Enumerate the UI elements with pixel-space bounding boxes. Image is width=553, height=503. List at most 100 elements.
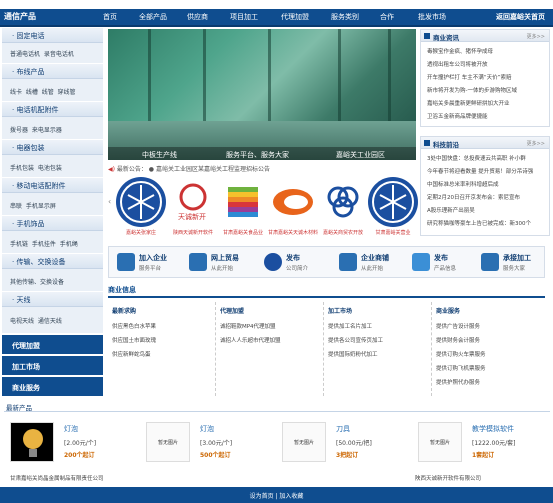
news-item[interactable]: 透视出租车公司将被开放	[427, 60, 488, 68]
banner-caption[interactable]: 嘉峪关工业园区	[336, 150, 385, 160]
news-item[interactable]: 3处中国快盘：总投费速云共高职 补小群	[427, 154, 526, 162]
news-item[interactable]: 新市将开发为购-一体的步游购物区域	[427, 86, 517, 94]
commerce-item[interactable]: 提供财务会计服务	[436, 336, 480, 344]
logo-rings[interactable]	[318, 177, 368, 227]
logo-caption[interactable]: 甘肃嘉峪关营业	[363, 229, 423, 236]
product-name[interactable]: 刀具	[336, 424, 350, 434]
return-home-link[interactable]: 返回嘉峪关首页	[496, 12, 545, 22]
product-name[interactable]: 灯泡	[64, 424, 78, 434]
product-card[interactable]: 暂无图片 灯泡 [3.00元/个] 500个起订	[140, 420, 270, 470]
banner-caption[interactable]: 中板生产线	[142, 150, 177, 160]
category-link[interactable]: 手机绳	[60, 241, 78, 248]
news-ticker[interactable]: ◀) 最新公告： ● 嘉峪关工业园区某嘉峪关工程监理招标公告	[108, 164, 416, 174]
logo-tiancheng[interactable]: 天诚新开	[168, 177, 218, 227]
category-link[interactable]: 手机包装	[10, 165, 34, 172]
news-item[interactable]: 开车撞护栏打 车主不满“天价”索赔	[427, 73, 511, 81]
footer[interactable]: 设为首页 | 加入收藏	[0, 487, 553, 503]
nav-processing[interactable]: 项目加工	[230, 12, 258, 22]
logo-orange[interactable]	[268, 177, 318, 227]
category-link[interactable]: 普通电话机	[10, 51, 40, 58]
category-links: 其他传输、交换设备	[10, 277, 64, 286]
sidebar-agency-button[interactable]: 代理加盟	[2, 335, 103, 355]
sidebar-service-button[interactable]: 商业服务	[2, 377, 103, 397]
column-title[interactable]: 商业服务	[436, 306, 460, 315]
company-name[interactable]: 陕西天诚新开软件有限公司	[415, 474, 481, 482]
sidebar-processing-button[interactable]: 加工市场	[2, 356, 103, 376]
nav-service-types[interactable]: 服务类别	[331, 12, 359, 22]
commerce-item[interactable]: 提供各公司宣传页加工	[328, 336, 383, 344]
news-item[interactable]: 毒猴宝作金疯、猪怀孕成母	[427, 47, 493, 55]
commerce-item[interactable]: 提供护照代办服务	[436, 378, 480, 386]
category-link[interactable]: 手机链	[10, 241, 28, 248]
category-link[interactable]: 串联	[10, 203, 22, 210]
logo-yamaha-2[interactable]	[368, 177, 418, 227]
category-link[interactable]: 线槽	[26, 89, 38, 96]
nav-agency[interactable]: 代理加盟	[281, 12, 309, 22]
product-card[interactable]: 灯泡 [2.00元/个] 200个起订	[4, 420, 134, 470]
logo-apple[interactable]	[218, 177, 268, 227]
column-title[interactable]: 代理加盟	[220, 306, 244, 315]
category-title[interactable]: · 传输、交换设备	[2, 254, 103, 269]
category-link[interactable]: 拨号器	[10, 127, 28, 134]
nav-suppliers[interactable]: 供应商	[187, 12, 208, 22]
category-link[interactable]: 通信天线	[38, 318, 62, 325]
news-item[interactable]: 定期2月20日召开京发布会：索尼宣布	[427, 193, 520, 201]
product-name[interactable]: 灯泡	[200, 424, 214, 434]
commerce-item[interactable]: 提供广告设计服务	[436, 322, 480, 330]
commerce-item[interactable]: 诚招鞋款MP4代理加盟	[220, 322, 276, 330]
product-name[interactable]: 教学模拟软件	[472, 424, 514, 434]
column-title[interactable]: 最新求购	[112, 306, 136, 315]
commerce-item[interactable]: 供应国土市面玫瑰	[112, 336, 156, 344]
news-item[interactable]: 中国标准总米率利科增超后成	[427, 180, 499, 188]
category-link[interactable]: 电视天线	[10, 318, 34, 325]
commerce-item[interactable]: 供应新鲜蛇鸟蛋	[112, 350, 151, 358]
banner-slideshow[interactable]: 中板生产线 服务平台、服务大家 嘉峪关工业园区	[108, 29, 416, 160]
category-title[interactable]: · 布线产品	[2, 64, 103, 79]
category-title[interactable]: · 移动电话配附件	[2, 178, 103, 193]
commerce-item[interactable]: 提供加工名片加工	[328, 322, 372, 330]
commerce-item[interactable]: 供应黑色白水苹果	[112, 322, 156, 330]
news-item[interactable]: 卫浴五金新商品牌便捷能	[427, 112, 488, 120]
chevron-left-icon[interactable]: ‹	[108, 197, 111, 206]
product-card[interactable]: 暂无图片 教学模拟软件 [1222.00元/套] 1套起订	[412, 420, 542, 470]
category-link[interactable]: 线管	[42, 89, 54, 96]
logo-yamaha-1[interactable]	[116, 177, 166, 227]
category-link[interactable]: 录音电话机	[44, 51, 74, 58]
category-link[interactable]: 来电显示器	[32, 127, 62, 134]
category-title[interactable]: · 固定电话	[2, 28, 103, 43]
nav-home[interactable]: 首页	[103, 12, 117, 22]
nav-all-products[interactable]: 全部产品	[139, 12, 167, 22]
more-link[interactable]: 更多>>	[527, 140, 545, 147]
category-title[interactable]: · 电器包装	[2, 140, 103, 155]
news-item[interactable]: 今年春节将迎看数量 提升贸易！部分吊诗强	[427, 167, 533, 175]
category-link[interactable]: 穿线管	[58, 89, 76, 96]
category-title[interactable]: · 天线	[2, 292, 103, 307]
company-name[interactable]: 甘肃嘉峪关尚晶金属制品有限责任公司	[10, 474, 104, 482]
column-title[interactable]: 加工市场	[328, 306, 352, 315]
product-thumb[interactable]: 暂无图片	[418, 422, 462, 462]
category-link[interactable]: 手机显示屏	[26, 203, 56, 210]
banner-caption[interactable]: 服务平台、服务大家	[226, 150, 289, 160]
ticker-text[interactable]: 最新公告： ● 嘉峪关工业园区某嘉峪关工程监理招标公告	[117, 166, 270, 173]
bulb-image[interactable]	[10, 422, 54, 462]
news-item[interactable]: 嘉峪关多晨重新更鲜研拼加大开业	[427, 99, 510, 107]
category-title[interactable]: · 手机饰品	[2, 216, 103, 231]
news-item[interactable]: 研究称猫咖等豪车上告已被完成：新300个	[427, 219, 531, 227]
nav-cooperation[interactable]: 合作	[380, 12, 394, 22]
category-title[interactable]: · 电话机配附件	[2, 102, 103, 117]
nav-wholesale[interactable]: 批发市场	[418, 12, 446, 22]
product-thumb[interactable]: 暂无图片	[282, 422, 326, 462]
product-card[interactable]: 暂无图片 刀具 [50.00元/把] 3把起订	[276, 420, 406, 470]
product-thumb[interactable]: 暂无图片	[146, 422, 190, 462]
category-link[interactable]: 线卡	[10, 89, 22, 96]
category-link[interactable]: 其他传输、交换设备	[10, 279, 64, 286]
commerce-item[interactable]: 提供订购飞机票服务	[436, 364, 486, 372]
more-link[interactable]: 更多>>	[527, 33, 545, 40]
category-link[interactable]: 电池包装	[38, 165, 62, 172]
category-link[interactable]: 手机挂件	[32, 241, 56, 248]
commerce-item[interactable]: 诚招人人乐超市代理加盟	[220, 336, 281, 344]
commerce-item[interactable]: 提供订购火车票服务	[436, 350, 486, 358]
news-item[interactable]: A股乐理新产出丽吴	[427, 206, 475, 214]
commerce-item[interactable]: 提供国际奶粉代加工	[328, 350, 378, 358]
logo-caption[interactable]: 嘉峪关张家庄	[111, 229, 171, 236]
